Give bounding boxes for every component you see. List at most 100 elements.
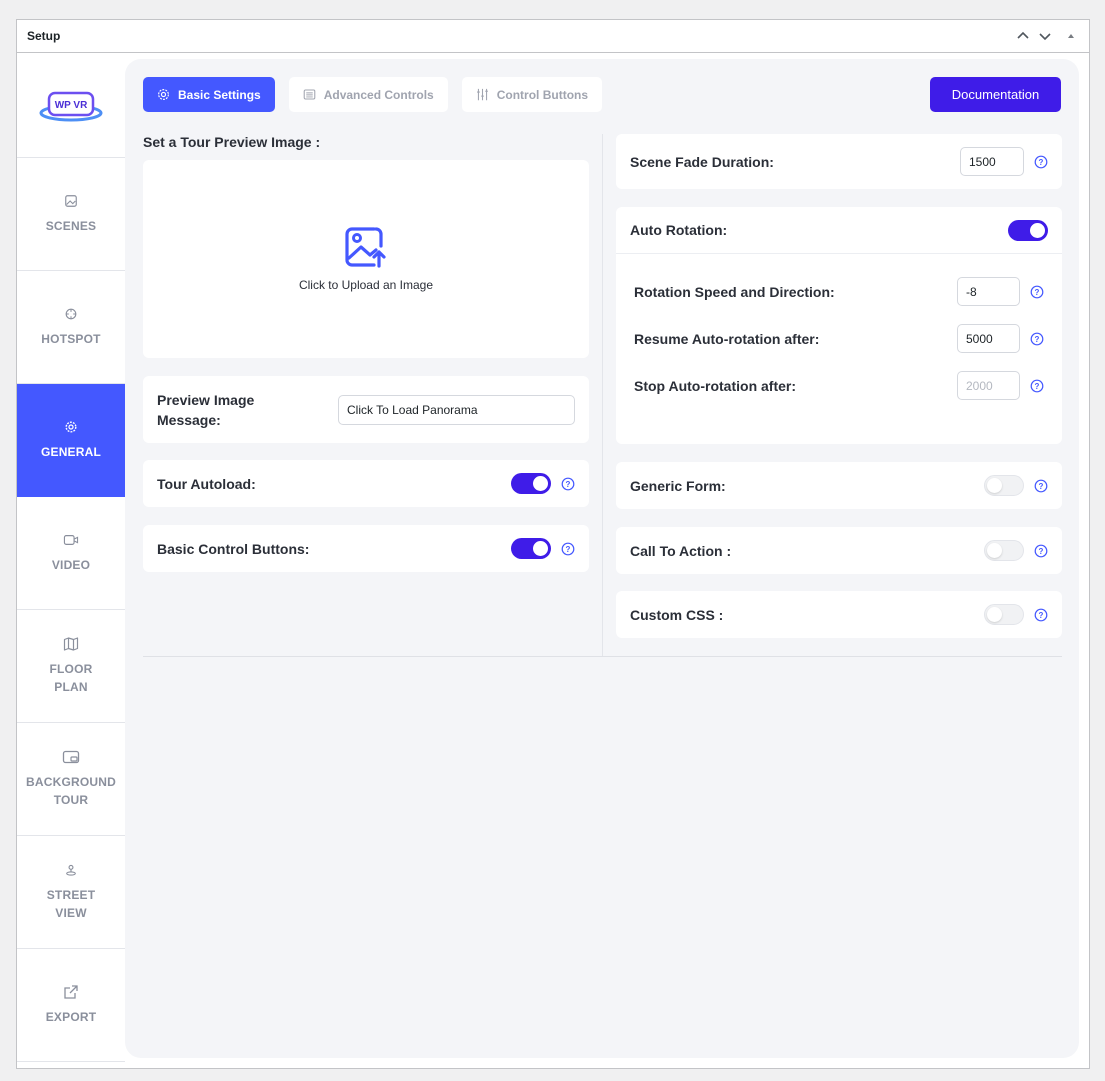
upload-image-dropzone[interactable]: Click to Upload an Image xyxy=(143,160,589,358)
generic-form-label: Generic Form: xyxy=(630,477,726,494)
tab-basic-settings[interactable]: Basic Settings xyxy=(143,77,275,112)
logo: WP VR xyxy=(17,54,125,158)
sidebar-item-video[interactable]: VIDEO xyxy=(17,497,125,610)
auto-rotation-row: Auto Rotation: xyxy=(616,207,1062,254)
rotation-speed-label: Rotation Speed and Direction: xyxy=(634,283,835,300)
sidebar-item-label: EXPORT xyxy=(45,1010,97,1024)
help-icon[interactable]: ? xyxy=(561,542,575,556)
call-to-action-toggle[interactable] xyxy=(984,540,1024,561)
stop-rotation-label: Stop Auto-rotation after: xyxy=(634,377,797,394)
sidebar-item-street-view[interactable]: STREET VIEW xyxy=(17,836,125,949)
help-icon[interactable]: ? xyxy=(1030,379,1044,393)
svg-text:?: ? xyxy=(1039,547,1044,556)
call-to-action-label: Call To Action : xyxy=(630,542,732,559)
preview-image-title: Set a Tour Preview Image : xyxy=(143,134,321,150)
sidebar-item-scenes[interactable]: SCENES xyxy=(17,158,125,271)
person-pin-icon xyxy=(64,862,78,878)
help-icon[interactable]: ? xyxy=(1034,155,1048,169)
custom-css-label: Custom CSS : xyxy=(630,606,724,623)
tab-advanced-controls[interactable]: Advanced Controls xyxy=(288,77,448,112)
metabox-actions xyxy=(1015,28,1079,44)
resume-rotation-row: Resume Auto-rotation after: ? xyxy=(634,323,1044,354)
sidebar-item-label: STREET VIEW xyxy=(46,888,96,920)
upload-text: Click to Upload an Image xyxy=(298,278,434,292)
rotation-speed-input[interactable] xyxy=(957,277,1020,306)
help-icon[interactable]: ? xyxy=(1030,285,1044,299)
tab-control-buttons[interactable]: Control Buttons xyxy=(461,77,603,112)
custom-css-toggle[interactable] xyxy=(984,604,1024,625)
video-icon xyxy=(63,532,79,548)
sidebar: WP VR SCENES HOTSPOT GENERAL VIDEO FLOOR PLA… xyxy=(17,54,125,1068)
image-icon xyxy=(64,193,78,209)
sidebar-item-export[interactable]: EXPORT xyxy=(17,949,125,1062)
move-up-icon[interactable] xyxy=(1015,28,1031,44)
sidebar-item-label: FLOOR PLAN xyxy=(49,662,93,694)
collapse-toggle-icon[interactable] xyxy=(1063,28,1079,44)
wpvr-logo-icon: WP VR xyxy=(39,91,103,121)
image-upload-icon xyxy=(345,227,386,268)
right-column: Scene Fade Duration: ? Auto Rotation: Ro… xyxy=(616,134,1062,638)
auto-rotation-settings: Rotation Speed and Direction: ? Resume A… xyxy=(616,254,1062,444)
stop-rotation-row: Stop Auto-rotation after: ? xyxy=(634,370,1044,401)
scene-fade-row: Scene Fade Duration: ? xyxy=(616,134,1062,189)
svg-text:?: ? xyxy=(1039,158,1044,167)
tour-autoload-toggle[interactable] xyxy=(511,473,551,494)
resume-rotation-input[interactable] xyxy=(957,324,1020,353)
sidebar-item-label: SCENES xyxy=(45,219,97,233)
svg-text:?: ? xyxy=(1039,482,1044,491)
generic-form-toggle[interactable] xyxy=(984,475,1024,496)
help-icon[interactable]: ? xyxy=(561,477,575,491)
sidebar-item-label: GENERAL xyxy=(40,445,102,459)
svg-text:?: ? xyxy=(1035,288,1040,297)
auto-rotation-label: Auto Rotation: xyxy=(630,222,728,238)
help-icon[interactable]: ? xyxy=(1030,332,1044,346)
bottom-divider xyxy=(143,656,1062,657)
auto-rotation-toggle[interactable] xyxy=(1008,219,1048,241)
left-column: Set a Tour Preview Image : Click to Uplo… xyxy=(143,134,589,572)
sidebar-item-general[interactable]: GENERAL xyxy=(17,384,125,497)
tour-autoload-row: Tour Autoload: ? xyxy=(143,460,589,507)
tour-autoload-label: Tour Autoload: xyxy=(157,475,256,492)
call-to-action-row: Call To Action : ? xyxy=(616,527,1062,574)
svg-text:?: ? xyxy=(566,480,571,489)
list-icon xyxy=(303,89,316,100)
tab-label: Advanced Controls xyxy=(323,87,434,102)
gear-icon xyxy=(64,419,78,435)
tab-label: Control Buttons xyxy=(496,87,589,102)
basic-control-buttons-toggle[interactable] xyxy=(511,538,551,559)
documentation-button[interactable]: Documentation xyxy=(930,77,1061,112)
sidebar-item-hotspot[interactable]: HOTSPOT xyxy=(17,271,125,384)
general-panel: Basic Settings Advanced Controls Control… xyxy=(125,59,1079,1058)
sidebar-item-label: VIDEO xyxy=(51,558,91,572)
map-icon xyxy=(63,636,79,652)
metabox-header: Setup xyxy=(17,20,1089,53)
column-divider xyxy=(602,134,603,657)
basic-control-buttons-label: Basic Control Buttons: xyxy=(157,540,310,557)
svg-text:?: ? xyxy=(1035,382,1040,391)
external-link-icon xyxy=(63,984,79,1000)
custom-css-row: Custom CSS : ? xyxy=(616,591,1062,638)
crosshair-icon xyxy=(64,306,78,322)
tab-bar: Basic Settings Advanced Controls Control… xyxy=(143,77,603,112)
scene-fade-input[interactable] xyxy=(960,147,1024,176)
preview-message-input[interactable] xyxy=(338,394,575,425)
picture-in-picture-icon xyxy=(62,749,80,765)
setup-metabox: Setup WP VR SCENES HOTSPOT GENERAL VIDEO FLO… xyxy=(16,19,1090,1069)
help-icon[interactable]: ? xyxy=(1034,608,1048,622)
svg-text:?: ? xyxy=(1039,611,1044,620)
sidebar-nav: SCENES HOTSPOT GENERAL VIDEO FLOOR PLAN BACKG… xyxy=(17,158,125,1062)
sliders-icon xyxy=(476,88,488,101)
help-icon[interactable]: ? xyxy=(1034,479,1048,493)
stop-rotation-input[interactable] xyxy=(957,371,1020,400)
help-icon[interactable]: ? xyxy=(1034,544,1048,558)
scene-fade-label: Scene Fade Duration: xyxy=(630,153,774,170)
resume-rotation-label: Resume Auto-rotation after: xyxy=(634,330,820,347)
generic-form-row: Generic Form: ? xyxy=(616,462,1062,509)
move-down-icon[interactable] xyxy=(1037,28,1053,44)
basic-control-buttons-row: Basic Control Buttons: ? xyxy=(143,525,589,572)
logo-text: WP VR xyxy=(55,100,88,111)
sidebar-item-floor-plan[interactable]: FLOOR PLAN xyxy=(17,610,125,723)
sidebar-item-label: BACKGROUND TOUR xyxy=(26,775,116,807)
gear-icon xyxy=(158,89,169,100)
sidebar-item-background-tour[interactable]: BACKGROUND TOUR xyxy=(17,723,125,836)
